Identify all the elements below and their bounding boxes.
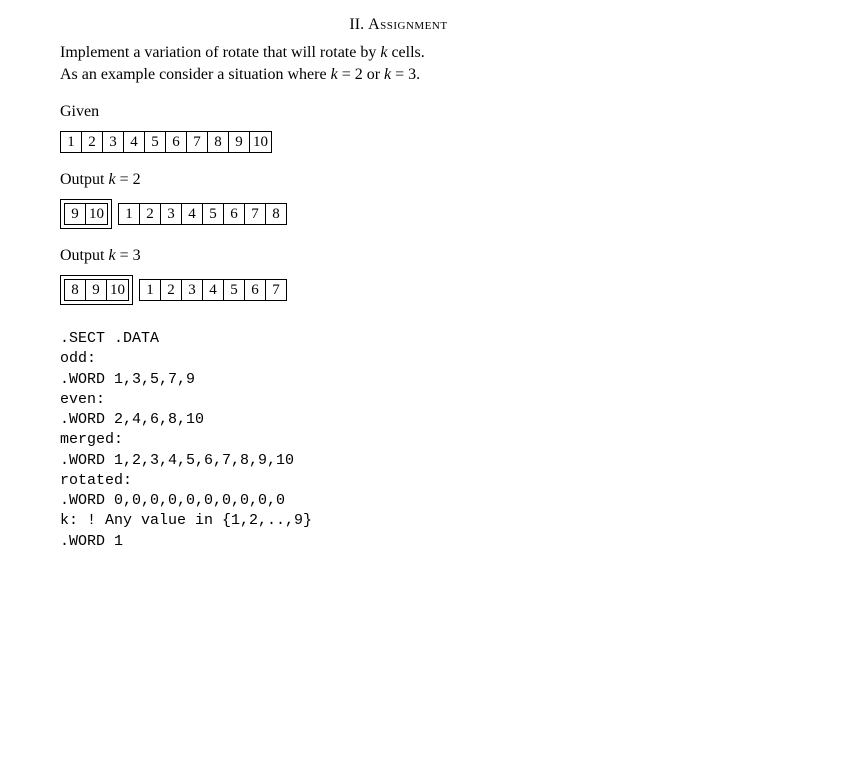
output-k3-head-strip: 8910 [64, 279, 129, 301]
array-cell: 4 [182, 204, 203, 224]
output-k3-tail-strip: 1234567 [139, 279, 287, 301]
array-cell: 1 [61, 132, 82, 152]
array-cell: 1 [140, 280, 161, 300]
array-cell: 1 [119, 204, 140, 224]
array-cell: 3 [103, 132, 124, 152]
intro-line-1: Implement a variation of rotate that wil… [60, 42, 797, 64]
array-cell: 3 [161, 204, 182, 224]
array-cell: 5 [224, 280, 245, 300]
output-k2-tail-strip: 12345678 [118, 203, 287, 225]
output-k3-tail-box: 1234567 [139, 279, 287, 301]
output-k3-label: Output k = 3 [60, 247, 797, 265]
section-number: II. [349, 16, 364, 33]
output-k2-head-box: 910 [60, 199, 112, 229]
assignment-intro: Implement a variation of rotate that wil… [60, 42, 797, 85]
array-cell: 8 [266, 204, 286, 224]
array-cell: 6 [245, 280, 266, 300]
given-array-box: 12345678910 [60, 131, 272, 153]
array-cell: 2 [140, 204, 161, 224]
intro-line-2: As an example consider a situation where… [60, 64, 797, 86]
code-listing: .SECT .DATA odd: .WORD 1,3,5,7,9 even: .… [60, 329, 797, 552]
array-cell: 4 [203, 280, 224, 300]
given-label: Given [60, 103, 797, 121]
array-cell: 10 [107, 280, 128, 300]
array-cell: 2 [161, 280, 182, 300]
output-k3-array: 8910 1234567 [60, 275, 797, 305]
output-k2-label: Output k = 2 [60, 171, 797, 189]
array-cell: 7 [187, 132, 208, 152]
array-cell: 7 [266, 280, 286, 300]
array-cell: 9 [229, 132, 250, 152]
given-array: 12345678910 [60, 131, 797, 153]
output-k2-array: 910 12345678 [60, 199, 797, 229]
array-cell: 5 [145, 132, 166, 152]
section-title-text: Assignment [368, 16, 448, 33]
array-cell: 3 [182, 280, 203, 300]
section-heading: II. Assignment [0, 16, 797, 34]
output-k2-head-strip: 910 [64, 203, 108, 225]
array-cell: 10 [250, 132, 271, 152]
array-cell: 8 [65, 280, 86, 300]
array-cell: 6 [166, 132, 187, 152]
array-cell: 7 [245, 204, 266, 224]
array-cell: 4 [124, 132, 145, 152]
array-cell: 8 [208, 132, 229, 152]
array-cell: 10 [86, 204, 107, 224]
given-strip: 12345678910 [60, 131, 272, 153]
output-k3-head-box: 8910 [60, 275, 133, 305]
array-cell: 9 [86, 280, 107, 300]
array-cell: 2 [82, 132, 103, 152]
array-cell: 5 [203, 204, 224, 224]
array-cell: 6 [224, 204, 245, 224]
array-cell: 9 [65, 204, 86, 224]
output-k2-tail-box: 12345678 [118, 203, 287, 225]
